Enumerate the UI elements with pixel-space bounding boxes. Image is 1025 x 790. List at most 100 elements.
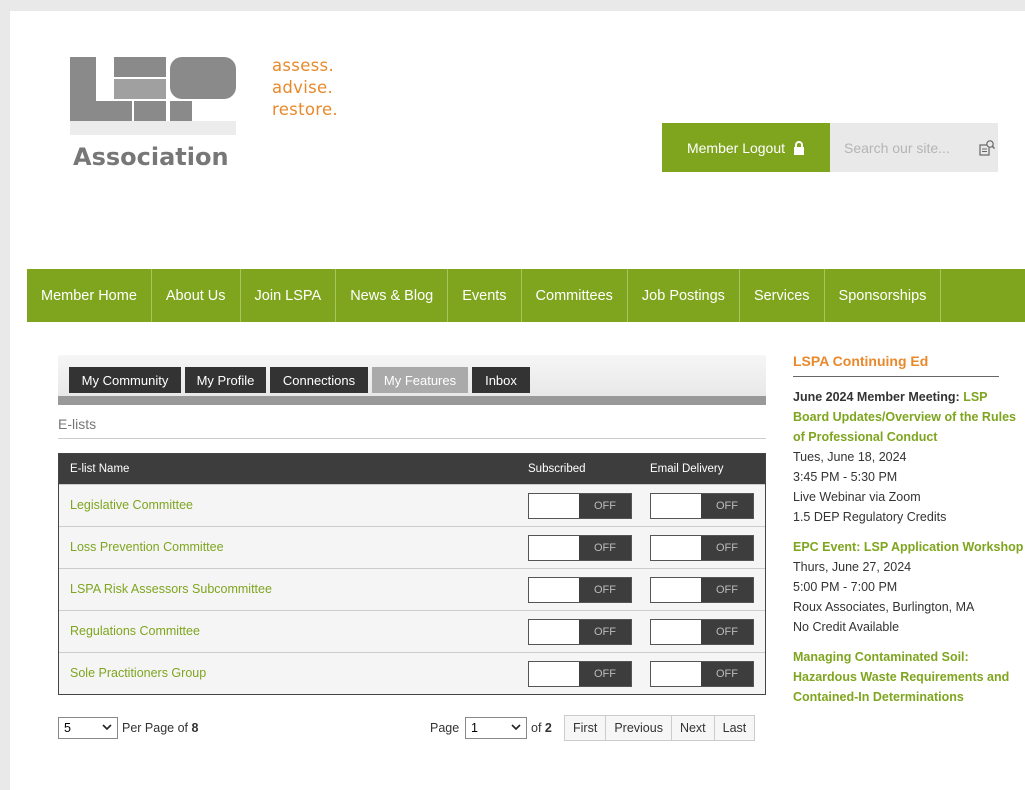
tagline-line: restore. [272,100,338,119]
column-header-name: E-list Name [70,463,130,475]
elist-name-link[interactable]: Legislative Committee [70,498,193,512]
table-row: LSPA Risk Assessors Subcommittee OFF OFF [59,568,765,610]
event-title-link[interactable]: EPC Event: LSP Application Workshop [793,540,1023,554]
first-page-button[interactable]: First [565,716,607,740]
tab-my-profile[interactable]: My Profile [185,367,266,393]
member-logout-button[interactable]: Member Logout [662,123,830,172]
main-nav: Member Home About Us Join LSPA News & Bl… [27,269,1025,322]
tagline-line: advise. [272,78,334,97]
event-item: June 2024 Member Meeting: LSP Board Upda… [793,387,1025,527]
toggle-state: OFF [579,536,631,560]
previous-page-button[interactable]: Previous [606,716,672,740]
site-search [830,123,998,172]
event-detail: Live Webinar via Zoom [793,490,921,504]
table-row: Regulations Committee OFF OFF [59,610,765,652]
last-page-button[interactable]: Last [714,716,755,740]
email-delivery-toggle[interactable]: OFF [650,661,754,687]
tab-my-features[interactable]: My Features [372,367,468,393]
page: Association assess. advise. restore. Mem… [10,11,1025,790]
event-detail: Tues, June 18, 2024 [793,450,907,464]
toggle-state: OFF [701,662,753,686]
elist-name-link[interactable]: Loss Prevention Committee [70,540,224,554]
elist-name-link[interactable]: Regulations Committee [70,624,200,638]
column-header-subscribed: Subscribed [528,463,586,475]
table-header: E-list Name Subscribed Email Delivery [59,454,765,484]
event-detail: 5:00 PM - 7:00 PM [793,580,898,594]
nav-item-news-blog[interactable]: News & Blog [336,269,449,322]
toggle-state: OFF [579,620,631,644]
per-page-value: 5 [64,721,71,735]
nav-item-sponsorships[interactable]: Sponsorships [825,269,942,322]
elist-name-link[interactable]: Sole Practitioners Group [70,666,206,680]
continuing-ed-sidebar: LSPA Continuing Ed June 2024 Member Meet… [793,353,1025,717]
nav-item-job-postings[interactable]: Job Postings [628,269,740,322]
svg-text:Association: Association [73,143,229,171]
page-value: 1 [471,721,478,735]
table-row: Sole Practitioners Group OFF OFF [59,652,765,694]
per-page-label: Per Page of 8 [122,721,198,735]
event-prefix: June 2024 Member Meeting: [793,390,960,404]
elist-table: E-list Name Subscribed Email Delivery Le… [58,453,766,695]
subscribed-toggle[interactable]: OFF [528,661,632,687]
nav-item-events[interactable]: Events [448,269,522,322]
subscribed-toggle[interactable]: OFF [528,493,632,519]
elist-name-link[interactable]: LSPA Risk Assessors Subcommittee [70,582,272,596]
table-row: Loss Prevention Committee OFF OFF [59,526,765,568]
tagline: assess. advise. restore. [272,55,338,121]
email-delivery-toggle[interactable]: OFF [650,577,754,603]
pager-buttons: First Previous Next Last [564,715,756,741]
per-page-text: Per Page of [122,721,189,735]
nav-item-services[interactable]: Services [740,269,825,322]
search-input[interactable] [842,138,966,157]
table-row: Legislative Committee OFF OFF [59,484,765,526]
per-page-select[interactable]: 5 [58,717,118,739]
nav-item-member-home[interactable]: Member Home [27,269,152,322]
event-title-link[interactable]: Managing Contaminated Soil: Hazardous Wa… [793,650,1009,704]
event-detail: Roux Associates, Burlington, MA [793,600,975,614]
event-detail: No Credit Available [793,620,900,634]
page-select[interactable]: 1 [465,717,527,739]
toggle-state: OFF [579,662,631,686]
lock-icon [794,140,805,155]
event-detail: 1.5 DEP Regulatory Credits [793,510,947,524]
email-delivery-toggle[interactable]: OFF [650,493,754,519]
chevron-down-icon [511,724,521,731]
event-detail: 3:45 PM - 5:30 PM [793,470,898,484]
toggle-state: OFF [579,494,631,518]
event-detail: Thurs, June 27, 2024 [793,560,912,574]
tab-my-community[interactable]: My Community [69,367,181,393]
toggle-state: OFF [579,578,631,602]
toggle-state: OFF [701,536,753,560]
subscribed-toggle[interactable]: OFF [528,577,632,603]
lspa-logo[interactable]: Association [70,57,246,185]
email-delivery-toggle[interactable]: OFF [650,619,754,645]
nav-item-about-us[interactable]: About Us [152,269,241,322]
toggle-state: OFF [701,578,753,602]
sidebar-title: LSPA Continuing Ed [793,353,999,377]
logout-label: Member Logout [686,139,786,156]
next-page-button[interactable]: Next [671,716,715,740]
toggle-state: OFF [701,494,753,518]
nav-item-committees[interactable]: Committees [522,269,628,322]
event-item: Managing Contaminated Soil: Hazardous Wa… [793,647,1025,707]
tagline-line: assess. [272,56,334,75]
tab-inbox[interactable]: Inbox [472,367,530,393]
total-count: 8 [191,721,199,735]
toggle-state: OFF [701,620,753,644]
profile-tabbar: My Community My Profile Connections My F… [58,355,766,405]
subscribed-toggle[interactable]: OFF [528,619,632,645]
column-header-delivery: Email Delivery [650,463,724,475]
page-count: 2 [544,721,552,735]
lsp-logo-mark: Association [70,57,236,171]
chevron-down-icon [102,724,112,731]
page-label: Page [430,721,460,735]
subscribed-toggle[interactable]: OFF [528,535,632,561]
event-item: EPC Event: LSP Application Workshop Thur… [793,537,1025,637]
section-title: E-lists [58,416,766,439]
email-delivery-toggle[interactable]: OFF [650,535,754,561]
search-icon[interactable] [978,139,996,157]
of-text: of [531,721,542,735]
nav-item-join-lspa[interactable]: Join LSPA [241,269,337,322]
tab-connections[interactable]: Connections [270,367,368,393]
page-count-label: of 2 [531,721,552,735]
